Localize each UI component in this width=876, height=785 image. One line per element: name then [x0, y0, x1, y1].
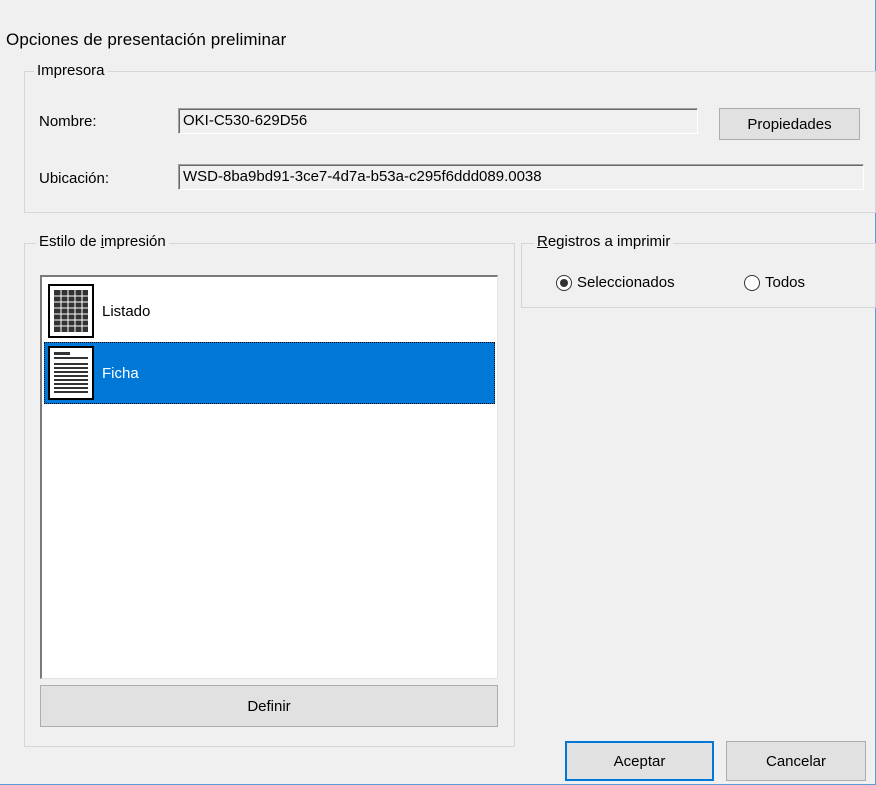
printer-location-label: Ubicación: [39, 170, 110, 187]
accept-button[interactable]: Aceptar [565, 741, 714, 781]
document-lines-icon [48, 346, 94, 400]
list-item-listado[interactable]: Listado [44, 280, 495, 342]
printer-name-label: Nombre: [39, 113, 97, 130]
radio-todos[interactable]: Todos [744, 274, 805, 291]
radio-seleccionados-label: Seleccionados [577, 274, 675, 291]
printer-location-field[interactable]: WSD-8ba9bd91-3ce7-4d7a-b53a-c295f6ddd089… [178, 164, 864, 190]
define-button[interactable]: Definir [40, 685, 498, 727]
table-grid-icon [48, 284, 94, 338]
radio-seleccionados-circle [556, 274, 572, 291]
list-item-listado-label: Listado [102, 302, 151, 320]
radio-checked-dot [560, 278, 568, 287]
print-style-label-pre: Estilo de [39, 233, 101, 250]
list-item-ficha-label: Ficha [102, 364, 139, 382]
records-label-accel: R [537, 233, 548, 250]
print-style-label-post: mpresión [104, 233, 166, 250]
radio-todos-circle [744, 274, 760, 291]
records-group-label: Registros a imprimir [534, 233, 674, 251]
print-style-group-label: Estilo de impresión [36, 233, 169, 251]
properties-button[interactable]: Propiedades [719, 108, 860, 140]
radio-seleccionados[interactable]: Seleccionados [556, 274, 675, 291]
printer-name-field[interactable]: OKI-C530-629D56 [178, 108, 698, 134]
printer-group-label: Impresora [34, 62, 108, 80]
dialog-window: Opciones de presentación preliminar Impr… [0, 0, 876, 785]
dialog-title: Opciones de presentación preliminar [6, 30, 287, 49]
cancel-button[interactable]: Cancelar [726, 741, 866, 781]
print-style-listbox[interactable]: Listado Ficha [40, 275, 498, 679]
printer-group [24, 71, 876, 213]
records-label-post: egistros a imprimir [547, 233, 671, 250]
radio-todos-label: Todos [765, 274, 806, 291]
list-item-ficha[interactable]: Ficha [44, 342, 495, 404]
